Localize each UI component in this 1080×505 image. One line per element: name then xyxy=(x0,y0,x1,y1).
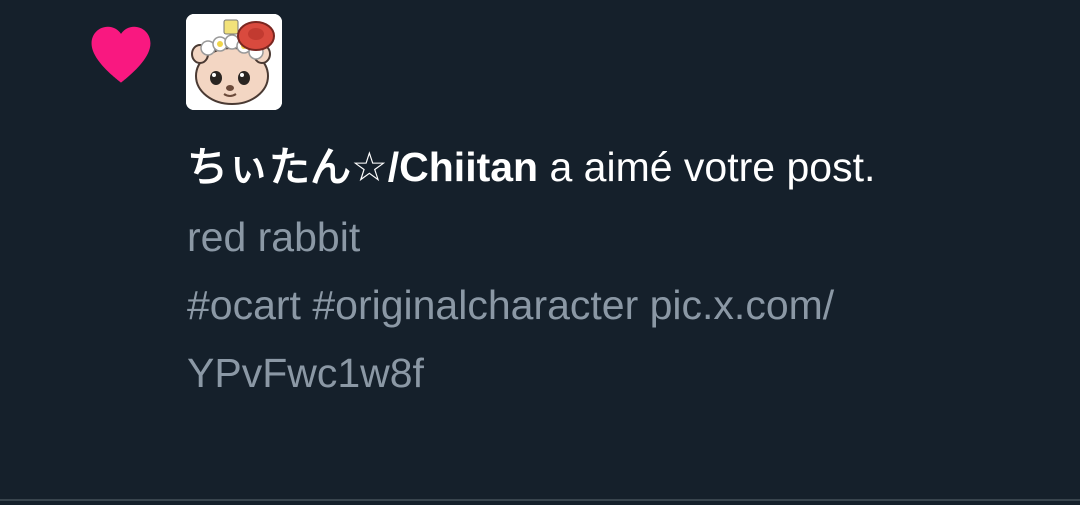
action-text: a aimé votre post. xyxy=(538,144,876,190)
notification-content: ちぃたん☆/Chiitan a aimé votre post. red rab… xyxy=(187,132,1047,407)
post-line: #ocart #originalcharacter pic.x.com/ xyxy=(187,282,835,328)
notification-headline: ちぃたん☆/Chiitan a aimé votre post. xyxy=(187,132,1047,203)
post-line: red rabbit xyxy=(187,214,361,260)
avatar-illustration xyxy=(186,14,282,110)
heart-icon xyxy=(91,26,151,83)
post-text[interactable]: red rabbit #ocart #originalcharacter pic.… xyxy=(187,203,1047,407)
like-notification[interactable]: ちぃたん☆/Chiitan a aimé votre post. red rab… xyxy=(0,0,1080,500)
post-line: YPvFwc1w8f xyxy=(187,350,424,396)
user-name-link[interactable]: ちぃたん☆/Chiitan xyxy=(187,144,538,190)
user-avatar[interactable] xyxy=(186,14,282,110)
divider xyxy=(0,499,1080,501)
